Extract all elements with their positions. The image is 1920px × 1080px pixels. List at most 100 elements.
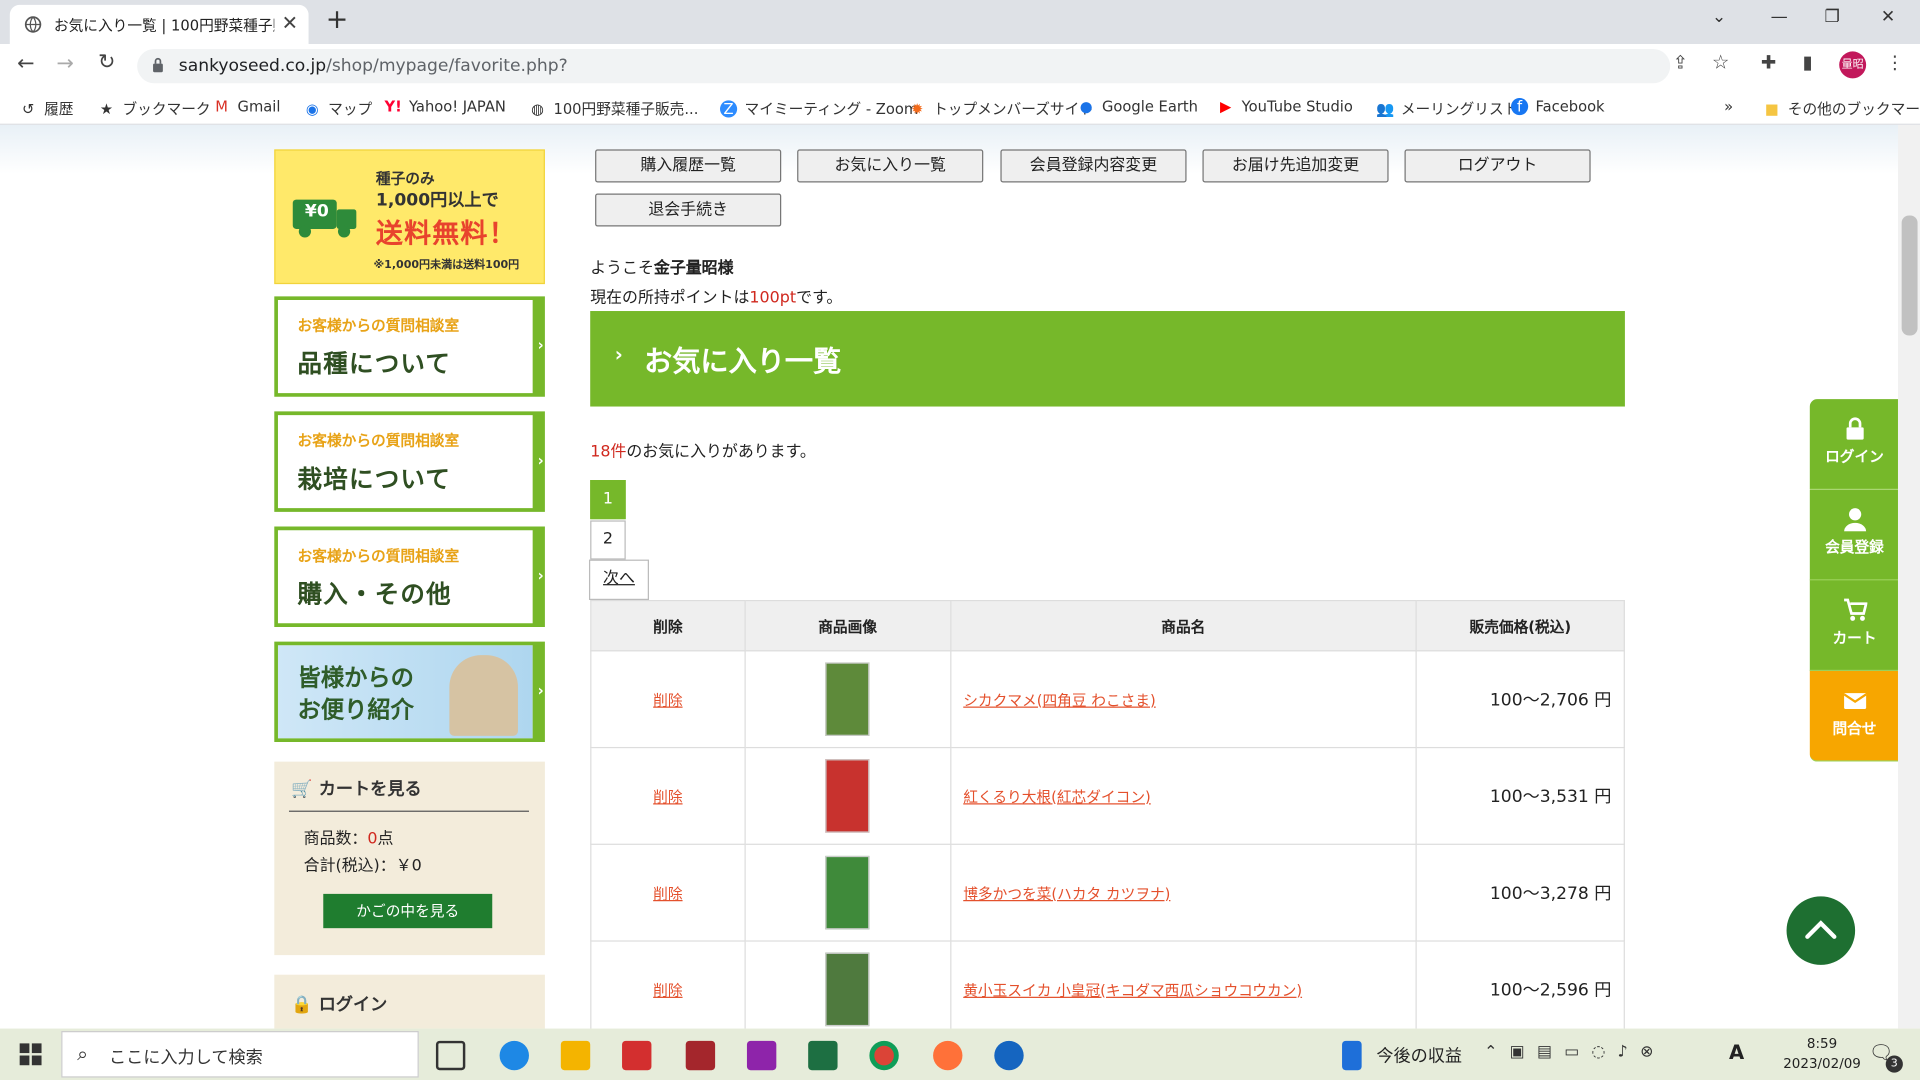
sidepanel-icon[interactable]: ▮ bbox=[1802, 51, 1812, 73]
total-label: 合計(税込)： bbox=[303, 857, 396, 876]
chevron-right-icon: › bbox=[537, 682, 544, 700]
delete-link[interactable]: 削除 bbox=[590, 940, 746, 1029]
cart-summary: 🛒 カートを見る 商品数：0点 合計(税込)：￥0 かごの中を見る bbox=[274, 761, 545, 956]
extensions-icon[interactable]: ✚ bbox=[1761, 51, 1776, 73]
purchase-history-button[interactable]: 購入履歴一覧 bbox=[595, 149, 782, 183]
bookmark-bookmarks[interactable]: ★ ブックマーク bbox=[98, 98, 211, 119]
question-varieties-link[interactable]: お客様からの質問相談室 品種について › bbox=[274, 296, 545, 397]
product-image[interactable] bbox=[825, 759, 870, 833]
edge-icon[interactable] bbox=[499, 1040, 529, 1071]
logout-button[interactable]: ログアウト bbox=[1404, 149, 1591, 183]
more-bookmarks-icon[interactable]: » bbox=[1724, 98, 1733, 115]
delivery-address-button[interactable]: お届け先追加変更 bbox=[1202, 149, 1389, 183]
bookmark-mailing-list[interactable]: 👥 メーリングリスト bbox=[1376, 98, 1518, 119]
menu-icon[interactable]: ⋮ bbox=[1886, 51, 1904, 73]
product-image[interactable] bbox=[825, 662, 870, 736]
favorites-button[interactable]: お気に入り一覧 bbox=[797, 149, 984, 183]
reload-icon[interactable]: ↻ bbox=[98, 50, 115, 74]
search-icon: ⌕ bbox=[77, 1042, 89, 1066]
page-1-button[interactable]: 1 bbox=[590, 480, 626, 520]
bookmark-facebook[interactable]: f Facebook bbox=[1511, 97, 1605, 116]
scrollbar-thumb[interactable] bbox=[1901, 215, 1918, 336]
address-bar[interactable]: sankyoseed.co.jp/shop/mypage/favorite.ph… bbox=[137, 48, 1671, 84]
float-contact-button[interactable]: 問合せ bbox=[1809, 671, 1900, 762]
product-name-link[interactable]: 黄小玉スイカ 小皇冠(キコダマ西瓜ショウコウカン) bbox=[949, 940, 1417, 1029]
maximize-icon[interactable]: ❐ bbox=[1825, 7, 1840, 27]
bookmark-history[interactable]: ↺ 履歴 bbox=[20, 98, 73, 119]
star-icon[interactable]: ☆ bbox=[1712, 50, 1730, 73]
ime-icon[interactable]: A bbox=[1729, 1041, 1744, 1064]
bookmark-gmail[interactable]: M Gmail bbox=[213, 98, 280, 115]
bookmark-google-earth[interactable]: ● Google Earth bbox=[1078, 98, 1198, 115]
sun-icon: ✹ bbox=[910, 100, 924, 118]
chevron-right-icon: › bbox=[537, 336, 544, 354]
system-tray-icons[interactable]: ⌃▣▤▭◌♪⊗ bbox=[1484, 1043, 1666, 1061]
task-view-icon[interactable] bbox=[435, 1040, 466, 1071]
welcome-text: ようこそ金子量昭様 bbox=[590, 255, 733, 278]
tab-search-icon[interactable]: ⌄ bbox=[1712, 7, 1726, 27]
app-red-icon[interactable] bbox=[622, 1040, 652, 1071]
question-cultivation-link[interactable]: お客様からの質問相談室 栽培について › bbox=[274, 411, 545, 512]
star-icon: ★ bbox=[99, 100, 114, 118]
next-page-button[interactable]: 次へ bbox=[588, 559, 649, 601]
back-icon[interactable]: ← bbox=[17, 51, 34, 75]
taskbar-search-box[interactable]: ⌕ ここに入力して検索 bbox=[61, 1031, 419, 1078]
letters-from-customers-link[interactable]: 皆様からの お便り紹介 › bbox=[274, 641, 545, 743]
float-login-button[interactable]: ログイン bbox=[1809, 399, 1900, 490]
back-to-top-button[interactable] bbox=[1786, 896, 1856, 965]
product-name-link[interactable]: 紅くるり大根(紅芯ダイコン) bbox=[949, 746, 1417, 845]
question-purchase-link[interactable]: お客様からの質問相談室 購入・その他 › bbox=[274, 526, 545, 627]
delete-link[interactable]: 削除 bbox=[590, 746, 746, 845]
bookmark-zoom[interactable]: Z マイミーティング - Zoom bbox=[720, 98, 918, 119]
chrome-icon[interactable] bbox=[869, 1040, 899, 1071]
question-small-label: お客様からの質問相談室 bbox=[297, 547, 460, 565]
column-header: 商品画像 bbox=[744, 600, 951, 652]
edit-member-info-button[interactable]: 会員登録内容変更 bbox=[1000, 149, 1187, 183]
bookmark-label: ブックマーク bbox=[122, 100, 211, 118]
delete-link[interactable]: 削除 bbox=[590, 843, 746, 942]
share-icon[interactable]: ⇪ bbox=[1673, 51, 1688, 73]
app-blue-icon[interactable] bbox=[994, 1040, 1024, 1071]
bookmark-yahoo[interactable]: Y! Yahoo! JAPAN bbox=[384, 98, 505, 115]
product-image[interactable] bbox=[825, 855, 870, 930]
bookmark-youtube-studio[interactable]: ▶ YouTube Studio bbox=[1217, 98, 1353, 115]
member-name: 金子量昭様 bbox=[653, 259, 734, 278]
bookmark-members[interactable]: ✹ トップメンバーズサイト bbox=[909, 98, 1094, 119]
bookmark-sankyo[interactable]: ◍ 100円野菜種子販売... bbox=[529, 98, 698, 119]
clock[interactable]: 8:59 2023/02/09 bbox=[1773, 1035, 1871, 1074]
view-cart-button[interactable]: かごの中を見る bbox=[323, 893, 493, 929]
excel-icon[interactable] bbox=[808, 1040, 838, 1071]
page-2-button[interactable]: 2 bbox=[590, 520, 626, 560]
favorites-count: 18件のお気に入りがあります。 bbox=[590, 438, 816, 461]
float-cart-button[interactable]: カート bbox=[1809, 580, 1900, 672]
count-value: 18件 bbox=[590, 443, 627, 462]
app-purple-icon[interactable] bbox=[746, 1040, 777, 1071]
other-bookmarks[interactable]: ■ その他のブックマーク bbox=[1763, 98, 1920, 119]
globe-icon: ◍ bbox=[531, 100, 544, 118]
float-register-button[interactable]: 会員登録 bbox=[1809, 489, 1900, 581]
file-explorer-icon[interactable] bbox=[560, 1040, 591, 1071]
product-name-link[interactable]: 博多かつを菜(ハカタ カツヲナ) bbox=[949, 843, 1417, 942]
withdraw-button[interactable]: 退会手続き bbox=[595, 193, 782, 227]
product-name-link[interactable]: シカクマメ(四角豆 わこさま) bbox=[949, 650, 1417, 749]
delete-link[interactable]: 削除 bbox=[590, 650, 746, 749]
profile-avatar[interactable]: 量昭 bbox=[1839, 51, 1867, 79]
windows-start-icon[interactable] bbox=[19, 1043, 42, 1066]
close-window-icon[interactable]: ✕ bbox=[1881, 7, 1895, 27]
access-icon[interactable] bbox=[685, 1040, 716, 1071]
minimize-icon[interactable]: — bbox=[1771, 7, 1788, 27]
bookmark-maps[interactable]: ◉ マップ bbox=[304, 98, 372, 119]
float-label: 会員登録 bbox=[1825, 538, 1884, 556]
close-tab-icon[interactable]: ✕ bbox=[282, 11, 298, 34]
product-image[interactable] bbox=[825, 952, 870, 1027]
free-shipping-banner[interactable]: ¥0 種子のみ 1,000円以上で 送料無料！ ※1,000円未満は送料100円 bbox=[274, 149, 545, 285]
browser-tab[interactable]: お気に入り一覧 | 100円野菜種子販 ✕ bbox=[9, 4, 309, 45]
stock-widget-icon[interactable] bbox=[1342, 1040, 1362, 1071]
question-small-label: お客様からの質問相談室 bbox=[297, 317, 460, 335]
product-image-cell bbox=[744, 746, 951, 845]
forward-icon[interactable]: → bbox=[56, 51, 73, 75]
youtube-icon: ▶ bbox=[1220, 97, 1232, 116]
new-tab-icon[interactable]: + bbox=[326, 5, 349, 36]
firefox-icon[interactable] bbox=[933, 1040, 963, 1071]
widget-text[interactable]: 今後の収益 bbox=[1376, 1043, 1462, 1067]
